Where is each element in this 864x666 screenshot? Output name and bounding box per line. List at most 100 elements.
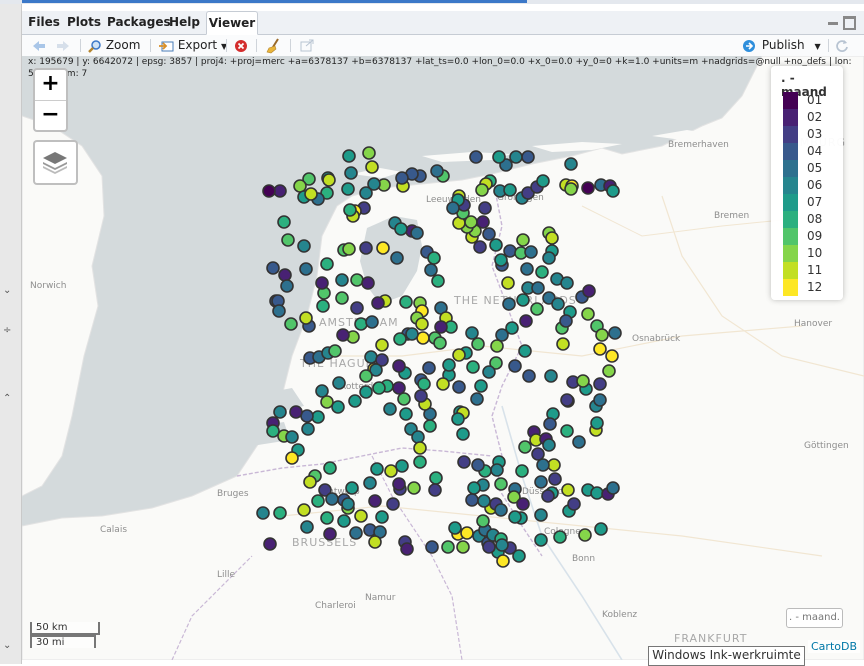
map-point[interactable] [423, 419, 437, 433]
map-point[interactable] [341, 182, 355, 196]
export-button[interactable]: Export ▼ [158, 37, 227, 54]
map-point[interactable] [560, 424, 574, 438]
map-point[interactable] [581, 181, 595, 195]
map-point[interactable] [522, 369, 536, 383]
map-point[interactable] [495, 538, 509, 552]
map-point[interactable] [416, 331, 430, 345]
map-point[interactable] [457, 455, 471, 469]
splitter-icon[interactable]: ÷ [3, 325, 11, 336]
map-point[interactable] [384, 464, 398, 478]
chevron-down-icon[interactable]: ⌄ [3, 285, 11, 296]
map-point[interactable] [470, 392, 484, 406]
map-point[interactable] [560, 276, 574, 290]
map-point[interactable] [490, 463, 504, 477]
chevron-up-icon[interactable]: ⌃ [3, 393, 11, 404]
map-point[interactable] [430, 164, 444, 178]
map-point[interactable] [297, 503, 311, 517]
attribution[interactable]: CartoDB [808, 640, 861, 653]
map-point[interactable] [362, 146, 376, 160]
map-point[interactable] [518, 344, 532, 358]
map-point[interactable] [452, 380, 466, 394]
map-point[interactable] [469, 150, 483, 164]
map-point[interactable] [303, 475, 317, 489]
map-point[interactable] [363, 476, 377, 490]
map-point[interactable] [345, 481, 359, 495]
map-point[interactable] [534, 533, 548, 547]
map-point[interactable] [323, 527, 337, 541]
map-point[interactable] [393, 332, 407, 346]
map-point[interactable] [405, 327, 419, 341]
map-point[interactable] [494, 477, 508, 491]
map-point[interactable] [471, 337, 485, 351]
map-point[interactable] [476, 514, 490, 528]
map-point[interactable] [289, 405, 303, 419]
map-point[interactable] [536, 458, 550, 472]
map-point[interactable] [424, 263, 438, 277]
map-point[interactable] [471, 458, 485, 472]
map-point[interactable] [516, 293, 530, 307]
map-point[interactable] [297, 239, 311, 253]
map-point[interactable] [548, 472, 562, 486]
map-point[interactable] [544, 369, 558, 383]
map-point[interactable] [350, 273, 364, 287]
map-point[interactable] [475, 183, 489, 197]
map-point[interactable] [293, 179, 307, 193]
map-point[interactable] [572, 435, 586, 449]
minimize-icon[interactable] [827, 21, 838, 25]
map-point[interactable] [375, 510, 389, 524]
map-point[interactable] [344, 166, 358, 180]
tab-plots[interactable]: Plots [66, 11, 102, 33]
map-point[interactable] [448, 521, 462, 535]
map-point[interactable] [467, 481, 481, 495]
map-point[interactable] [323, 461, 337, 475]
map-point[interactable] [417, 377, 431, 391]
map-point[interactable] [427, 251, 441, 265]
map-point[interactable] [316, 299, 330, 313]
map-point[interactable] [280, 279, 294, 293]
map-point[interactable] [502, 297, 516, 311]
map-point[interactable] [564, 182, 578, 196]
zoom-out-button[interactable]: − [35, 101, 66, 131]
map-point[interactable] [490, 339, 504, 353]
map-point[interactable] [397, 392, 411, 406]
map-point[interactable] [335, 291, 349, 305]
map-point[interactable] [567, 497, 581, 511]
map-point[interactable] [320, 511, 334, 525]
map-point[interactable] [473, 240, 487, 254]
map-point[interactable] [348, 394, 362, 408]
map-point[interactable] [335, 273, 349, 287]
map-point[interactable] [336, 328, 350, 342]
map-point[interactable] [545, 231, 559, 245]
map-point[interactable] [564, 157, 578, 171]
map-point[interactable] [534, 475, 548, 489]
map-point[interactable] [342, 149, 356, 163]
map-point[interactable] [593, 393, 607, 407]
map-point[interactable] [278, 268, 292, 282]
map-point[interactable] [515, 464, 529, 478]
zoom-button[interactable]: Zoom [88, 37, 140, 54]
map-point[interactable] [372, 381, 386, 395]
map-point[interactable] [556, 337, 570, 351]
map-point[interactable] [266, 424, 280, 438]
map-point[interactable] [519, 314, 533, 328]
map-point[interactable] [272, 304, 286, 318]
map-point[interactable] [605, 349, 619, 363]
map-point[interactable] [361, 276, 375, 290]
map-point[interactable] [595, 328, 609, 342]
map-point[interactable] [494, 503, 508, 517]
map-point[interactable] [516, 497, 530, 511]
map-point[interactable] [331, 400, 345, 414]
map-point[interactable] [551, 297, 565, 311]
map-point[interactable] [446, 201, 460, 215]
map-point[interactable] [576, 374, 590, 388]
map-point[interactable] [375, 338, 389, 352]
map-point[interactable] [343, 203, 357, 217]
map-point[interactable] [414, 389, 428, 403]
map-point[interactable] [413, 455, 427, 469]
map-point[interactable] [415, 317, 429, 331]
map-point[interactable] [285, 451, 299, 465]
map-point[interactable] [285, 430, 299, 444]
map-point[interactable] [359, 369, 373, 383]
forward-arrow-icon[interactable] [56, 37, 70, 54]
map-point[interactable] [606, 481, 620, 495]
